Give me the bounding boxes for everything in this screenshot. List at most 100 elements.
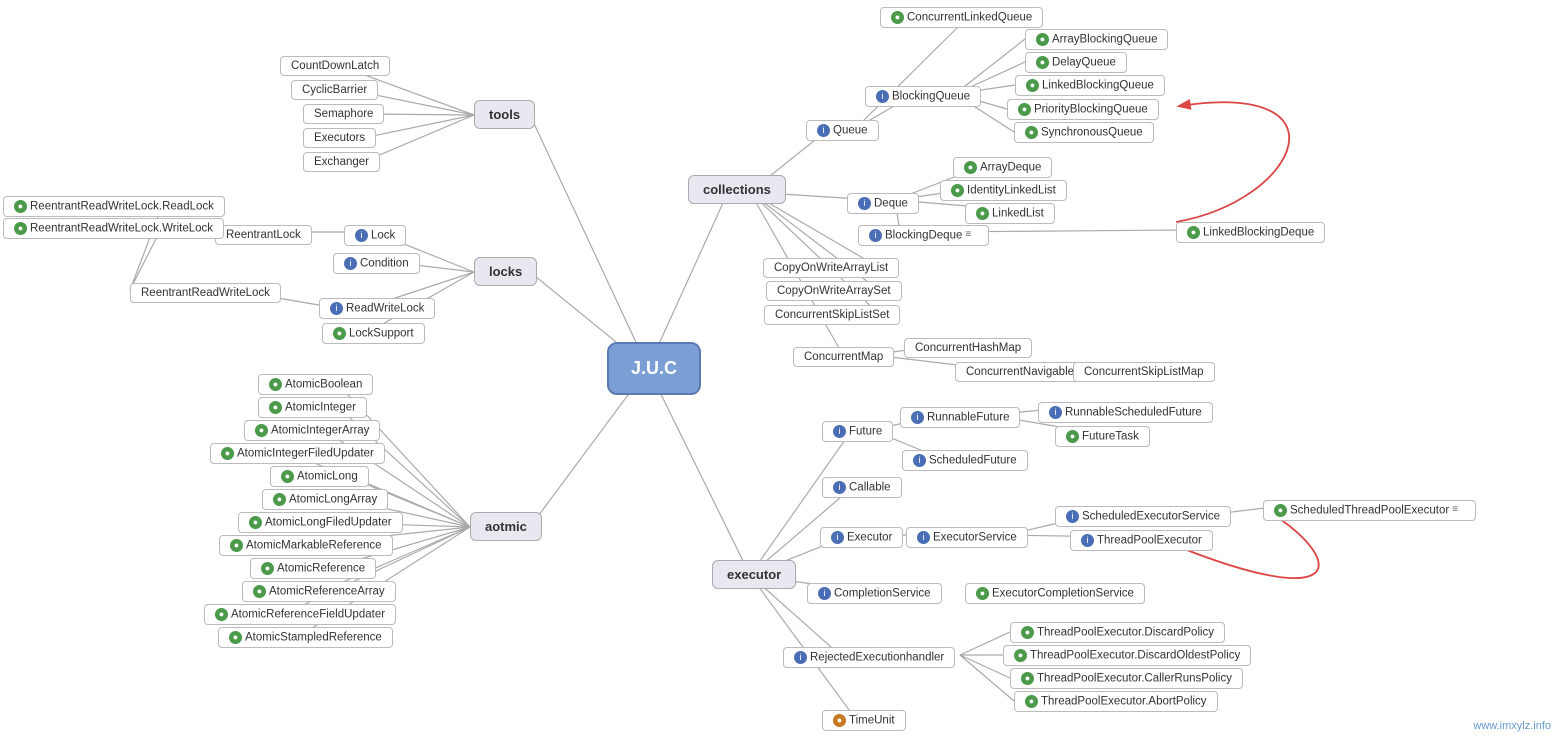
node-label: Executor bbox=[847, 532, 892, 544]
node-label: locks bbox=[489, 264, 522, 279]
node-label: ConcurrentSkipListSet bbox=[775, 309, 889, 321]
blue-icon: i bbox=[355, 229, 368, 242]
node-PriorityBlockingQueue: ●PriorityBlockingQueue bbox=[1007, 99, 1159, 120]
green-icon: ● bbox=[1036, 56, 1049, 69]
node-label: ThreadPoolExecutor.AbortPolicy bbox=[1041, 696, 1207, 708]
node-label: AtomicReferenceFieldUpdater bbox=[231, 609, 385, 621]
node-AtomicLongFiledUpdater: ●AtomicLongFiledUpdater bbox=[238, 512, 403, 533]
node-label: ScheduledFuture bbox=[929, 455, 1017, 467]
node-label: ConcurrentHashMap bbox=[915, 342, 1021, 354]
node-label: AtomicLong bbox=[297, 471, 358, 483]
green-icon: ● bbox=[273, 493, 286, 506]
node-label: ArrayBlockingQueue bbox=[1052, 34, 1157, 46]
node-ReadWriteLock: iReadWriteLock bbox=[319, 298, 435, 319]
green-icon: ● bbox=[269, 401, 282, 414]
node-LinkedList: ●LinkedList bbox=[965, 203, 1055, 224]
doc-icon: ≡ bbox=[1452, 504, 1465, 517]
green-icon: ● bbox=[269, 378, 282, 391]
blue-icon: i bbox=[913, 454, 926, 467]
green-icon: ● bbox=[249, 516, 262, 529]
node-label: ReentrantReadWriteLock bbox=[141, 287, 270, 299]
blue-icon: i bbox=[794, 651, 807, 664]
node-label: Future bbox=[849, 426, 882, 438]
node-label: PriorityBlockingQueue bbox=[1034, 104, 1148, 116]
node-CopyOnWriteArrayList: CopyOnWriteArrayList bbox=[763, 258, 899, 278]
node-ConcurrentLinkedQueue: ●ConcurrentLinkedQueue bbox=[880, 7, 1043, 28]
node-label: AtomicLongFiledUpdater bbox=[265, 517, 392, 529]
node-label: AtomicBoolean bbox=[285, 379, 362, 391]
node-CopyOnWriteArraySet: CopyOnWriteArraySet bbox=[766, 281, 902, 301]
blue-icon: i bbox=[818, 587, 831, 600]
watermark: www.imxylz.info bbox=[1473, 720, 1551, 732]
green-icon: ● bbox=[1036, 33, 1049, 46]
node-label: ThreadPoolExecutor.DiscardOldestPolicy bbox=[1030, 650, 1240, 662]
green-icon: ● bbox=[1014, 649, 1027, 662]
node-Deque: iDeque bbox=[847, 193, 919, 214]
green-icon: ● bbox=[221, 447, 234, 460]
node-executor: executor bbox=[712, 560, 796, 589]
node-label: ThreadPoolExecutor.CallerRunsPolicy bbox=[1037, 673, 1232, 685]
node-CyclicBarrier: CyclicBarrier bbox=[291, 80, 378, 100]
node-label: RunnableFuture bbox=[927, 412, 1009, 424]
node-BlockingDeque: iBlockingDeque≡ bbox=[858, 225, 989, 246]
node-AtomicIntegerFiledUpdater: ●AtomicIntegerFiledUpdater bbox=[210, 443, 385, 464]
node-ConcurrentMap: ConcurrentMap bbox=[793, 347, 894, 367]
node-label: IdentityLinkedList bbox=[967, 185, 1056, 197]
node-label: Exchanger bbox=[314, 156, 369, 168]
green-icon: ● bbox=[253, 585, 266, 598]
node-label: BlockingQueue bbox=[892, 91, 970, 103]
node-label: ReentrantReadWriteLock.ReadLock bbox=[30, 201, 214, 213]
blue-icon: i bbox=[911, 411, 924, 424]
node-ArrayBlockingQueue: ●ArrayBlockingQueue bbox=[1025, 29, 1168, 50]
node-label: LockSupport bbox=[349, 328, 414, 340]
green-icon: ● bbox=[1187, 226, 1200, 239]
node-AtomicLongArray: ●AtomicLongArray bbox=[262, 489, 388, 510]
node-LockSupport: ●LockSupport bbox=[322, 323, 425, 344]
node-AtomicBoolean: ●AtomicBoolean bbox=[258, 374, 373, 395]
node-label: Executors bbox=[314, 132, 365, 144]
node-SynchronousQueue: ●SynchronousQueue bbox=[1014, 122, 1154, 143]
green-icon: ● bbox=[976, 587, 989, 600]
green-icon: ● bbox=[14, 200, 27, 213]
green-icon: ● bbox=[1274, 504, 1287, 517]
blue-icon: i bbox=[869, 229, 882, 242]
node-label: ConcurrentSkipListMap bbox=[1084, 366, 1204, 378]
green-icon: ● bbox=[964, 161, 977, 174]
node-label: AtomicLongArray bbox=[289, 494, 377, 506]
node-label: AtomicReference bbox=[277, 563, 365, 575]
node-label: ScheduledThreadPoolExecutor bbox=[1290, 505, 1449, 517]
node-label: ThreadPoolExecutor bbox=[1097, 535, 1202, 547]
node-DelayQueue: ●DelayQueue bbox=[1025, 52, 1127, 73]
node-TimeUnit: ●TimeUnit bbox=[822, 710, 906, 731]
node-label: ConcurrentMap bbox=[804, 351, 883, 363]
node-label: ConcurrentLinkedQueue bbox=[907, 12, 1032, 24]
node-RunnableFuture: iRunnableFuture bbox=[900, 407, 1020, 428]
node-CountDownLatch: CountDownLatch bbox=[280, 56, 390, 76]
node-label: AtomicIntegerFiledUpdater bbox=[237, 448, 374, 460]
blue-icon: i bbox=[876, 90, 889, 103]
node-tools: tools bbox=[474, 100, 535, 129]
node-label: ReentrantLock bbox=[226, 229, 301, 241]
green-icon: ● bbox=[1026, 79, 1039, 92]
doc-icon: ≡ bbox=[965, 229, 978, 242]
node-ExecutorCompletionService: ●ExecutorCompletionService bbox=[965, 583, 1145, 604]
green-icon: ● bbox=[1018, 103, 1031, 116]
green-icon: ● bbox=[333, 327, 346, 340]
node-ScheduledThreadPoolExecutor: ●ScheduledThreadPoolExecutor≡ bbox=[1263, 500, 1476, 521]
node-Semaphore: Semaphore bbox=[303, 104, 384, 124]
node-label: Lock bbox=[371, 230, 395, 242]
green-icon: ● bbox=[229, 631, 242, 644]
node-Executor: iExecutor bbox=[820, 527, 903, 548]
blue-icon: i bbox=[833, 425, 846, 438]
node-AtomicReferenceFieldUpdater: ●AtomicReferenceFieldUpdater bbox=[204, 604, 396, 625]
node-label: TimeUnit bbox=[849, 715, 895, 727]
node-ConcurrentHashMap: ConcurrentHashMap bbox=[904, 338, 1032, 358]
node-label: collections bbox=[703, 182, 771, 197]
node-label: FutureTask bbox=[1082, 431, 1139, 443]
node-label: Condition bbox=[360, 258, 409, 270]
node-label: LinkedBlockingQueue bbox=[1042, 80, 1154, 92]
node-ThreadPoolExecutor: iThreadPoolExecutor bbox=[1070, 530, 1213, 551]
node-label: RunnableScheduledFuture bbox=[1065, 407, 1202, 419]
node-ReentrantReadWriteLock: ReentrantReadWriteLock bbox=[130, 283, 281, 303]
blue-icon: i bbox=[917, 531, 930, 544]
